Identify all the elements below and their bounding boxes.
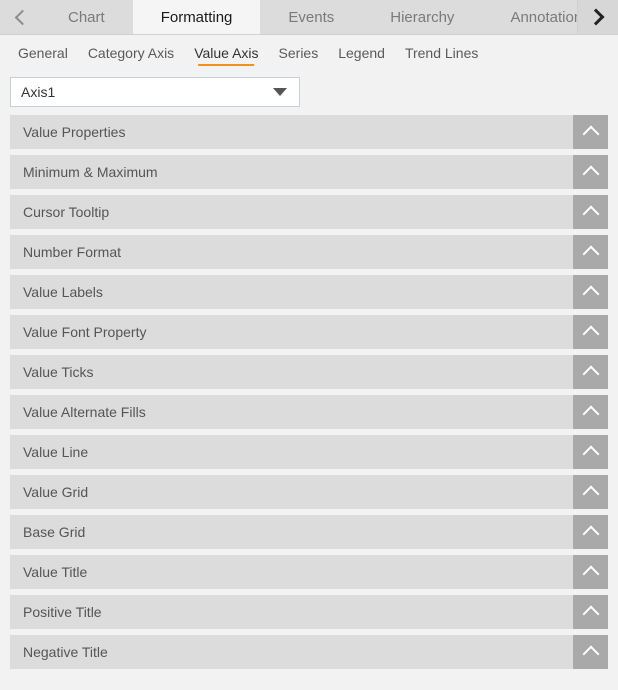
section-row-label: Value Alternate Fills bbox=[23, 404, 146, 420]
section-row-label: Positive Title bbox=[23, 604, 102, 620]
main-tab-bar: Chart Formatting Events Hierarchy Annotation bbox=[0, 0, 618, 35]
section-collapse-button[interactable] bbox=[573, 275, 608, 309]
section-row[interactable]: Value Ticks bbox=[10, 355, 608, 389]
subtab-legend[interactable]: Legend bbox=[328, 35, 395, 71]
subtab-general[interactable]: General bbox=[8, 35, 78, 71]
main-tab-label: Hierarchy bbox=[390, 8, 455, 26]
section-row-label: Negative Title bbox=[23, 644, 108, 660]
value-axis-section-list: Value Properties Minimum & Maximum Cursor … bbox=[0, 115, 618, 669]
section-row-label: Value Font Property bbox=[23, 324, 147, 340]
chevron-up-icon bbox=[582, 365, 599, 383]
section-row[interactable]: Cursor Tooltip bbox=[10, 195, 608, 229]
section-row[interactable]: Value Alternate Fills bbox=[10, 395, 608, 429]
caret-down-icon bbox=[273, 88, 287, 96]
subtab-label: General bbox=[18, 45, 68, 61]
tab-scroll-next-button[interactable] bbox=[577, 0, 618, 34]
section-row-label: Value Line bbox=[23, 444, 89, 460]
chevron-up-icon bbox=[582, 445, 599, 463]
chevron-left-icon bbox=[14, 9, 30, 25]
main-tab-formatting[interactable]: Formatting bbox=[132, 0, 261, 34]
section-collapse-button[interactable] bbox=[573, 195, 608, 229]
section-collapse-button[interactable] bbox=[573, 635, 608, 669]
main-tab-label: Chart bbox=[68, 8, 105, 26]
section-row[interactable]: Value Title bbox=[10, 555, 608, 589]
subtab-label: Series bbox=[278, 45, 319, 61]
subtab-value-axis[interactable]: Value Axis bbox=[184, 35, 268, 71]
section-row[interactable]: Value Line bbox=[10, 435, 608, 469]
tab-scroll-prev-button[interactable] bbox=[0, 0, 40, 34]
chevron-right-icon bbox=[587, 8, 605, 26]
main-tab-chart[interactable]: Chart bbox=[40, 0, 133, 34]
subtab-label: Category Axis bbox=[87, 45, 175, 61]
chevron-up-icon bbox=[582, 325, 599, 343]
section-row[interactable]: Number Format bbox=[10, 235, 608, 269]
section-row[interactable]: Base Grid bbox=[10, 515, 608, 549]
section-row[interactable]: Value Properties bbox=[10, 115, 608, 149]
section-collapse-button[interactable] bbox=[573, 475, 608, 509]
section-collapse-button[interactable] bbox=[573, 355, 608, 389]
section-row[interactable]: Value Labels bbox=[10, 275, 608, 309]
section-row[interactable]: Positive Title bbox=[10, 595, 608, 629]
section-row[interactable]: Value Grid bbox=[10, 475, 608, 509]
main-tab-annotation[interactable]: Annotation bbox=[482, 0, 577, 34]
chevron-up-icon bbox=[582, 605, 599, 623]
section-row-label: Cursor Tooltip bbox=[23, 204, 110, 220]
section-collapse-button[interactable] bbox=[573, 555, 608, 589]
chevron-up-icon bbox=[582, 125, 599, 143]
axis-selector-container: Axis1 bbox=[0, 71, 618, 115]
chevron-up-icon bbox=[582, 645, 599, 663]
section-row-label: Value Title bbox=[23, 564, 88, 580]
main-tab-label: Formatting bbox=[160, 8, 233, 26]
section-collapse-button[interactable] bbox=[573, 155, 608, 189]
section-collapse-button[interactable] bbox=[573, 315, 608, 349]
section-row-label: Value Grid bbox=[23, 484, 89, 500]
section-row-label: Number Format bbox=[23, 244, 122, 260]
section-row-label: Value Properties bbox=[23, 124, 126, 140]
subtab-label: Value Axis bbox=[194, 45, 259, 61]
main-tab-label: Annotation bbox=[510, 8, 577, 26]
section-collapse-button[interactable] bbox=[573, 515, 608, 549]
section-row[interactable]: Minimum & Maximum bbox=[10, 155, 608, 189]
subtab-trend-lines[interactable]: Trend Lines bbox=[395, 35, 488, 71]
subtab-label: Legend bbox=[338, 45, 385, 61]
section-row-label: Value Labels bbox=[23, 284, 103, 300]
main-tab-hierarchy[interactable]: Hierarchy bbox=[362, 0, 483, 34]
chevron-up-icon bbox=[582, 525, 599, 543]
axis-select[interactable]: Axis1 bbox=[10, 77, 300, 107]
section-collapse-button[interactable] bbox=[573, 235, 608, 269]
section-row[interactable]: Value Font Property bbox=[10, 315, 608, 349]
section-row[interactable]: Negative Title bbox=[10, 635, 608, 669]
chevron-up-icon bbox=[582, 485, 599, 503]
chevron-up-icon bbox=[582, 565, 599, 583]
subtab-category-axis[interactable]: Category Axis bbox=[78, 35, 184, 71]
axis-select-value: Axis1 bbox=[21, 84, 56, 100]
chevron-up-icon bbox=[582, 405, 599, 423]
formatting-subtab-bar: General Category Axis Value Axis Series Lege… bbox=[0, 35, 618, 71]
section-row-label: Minimum & Maximum bbox=[23, 164, 158, 180]
chevron-up-icon bbox=[582, 165, 599, 183]
section-row-label: Base Grid bbox=[23, 524, 86, 540]
chevron-up-icon bbox=[582, 285, 599, 303]
chevron-up-icon bbox=[582, 205, 599, 223]
main-tab-label: Events bbox=[288, 8, 335, 26]
section-row-label: Value Ticks bbox=[23, 364, 94, 380]
subtab-series[interactable]: Series bbox=[269, 35, 329, 71]
main-tab-list: Chart Formatting Events Hierarchy Annotation bbox=[40, 0, 577, 34]
main-tab-events[interactable]: Events bbox=[260, 0, 363, 34]
section-collapse-button[interactable] bbox=[573, 595, 608, 629]
section-collapse-button[interactable] bbox=[573, 395, 608, 429]
section-collapse-button[interactable] bbox=[573, 115, 608, 149]
section-collapse-button[interactable] bbox=[573, 435, 608, 469]
chevron-up-icon bbox=[582, 245, 599, 263]
subtab-label: Trend Lines bbox=[404, 45, 479, 61]
